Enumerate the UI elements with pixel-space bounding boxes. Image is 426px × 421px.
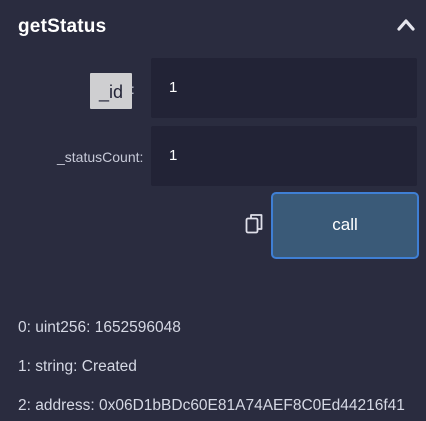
status-count-input[interactable]: 1 (151, 126, 417, 186)
call-button[interactable]: call (271, 192, 419, 259)
copy-icon[interactable] (244, 212, 264, 236)
function-title: getStatus (18, 16, 107, 37)
chevron-up-icon[interactable] (396, 17, 416, 33)
status-count-label: _statusCount: (57, 149, 144, 165)
output-line: 0: uint256: 1652596048 (18, 319, 181, 336)
output-line: 2: address: 0x06D1bBDc60E81A74AEF8C0Ed44… (18, 397, 405, 414)
output-line: 1: string: Created (18, 358, 137, 375)
function-header[interactable]: getStatus (0, 0, 426, 46)
param-tooltip: _id (90, 73, 132, 109)
id-input[interactable]: 1 (151, 58, 417, 118)
